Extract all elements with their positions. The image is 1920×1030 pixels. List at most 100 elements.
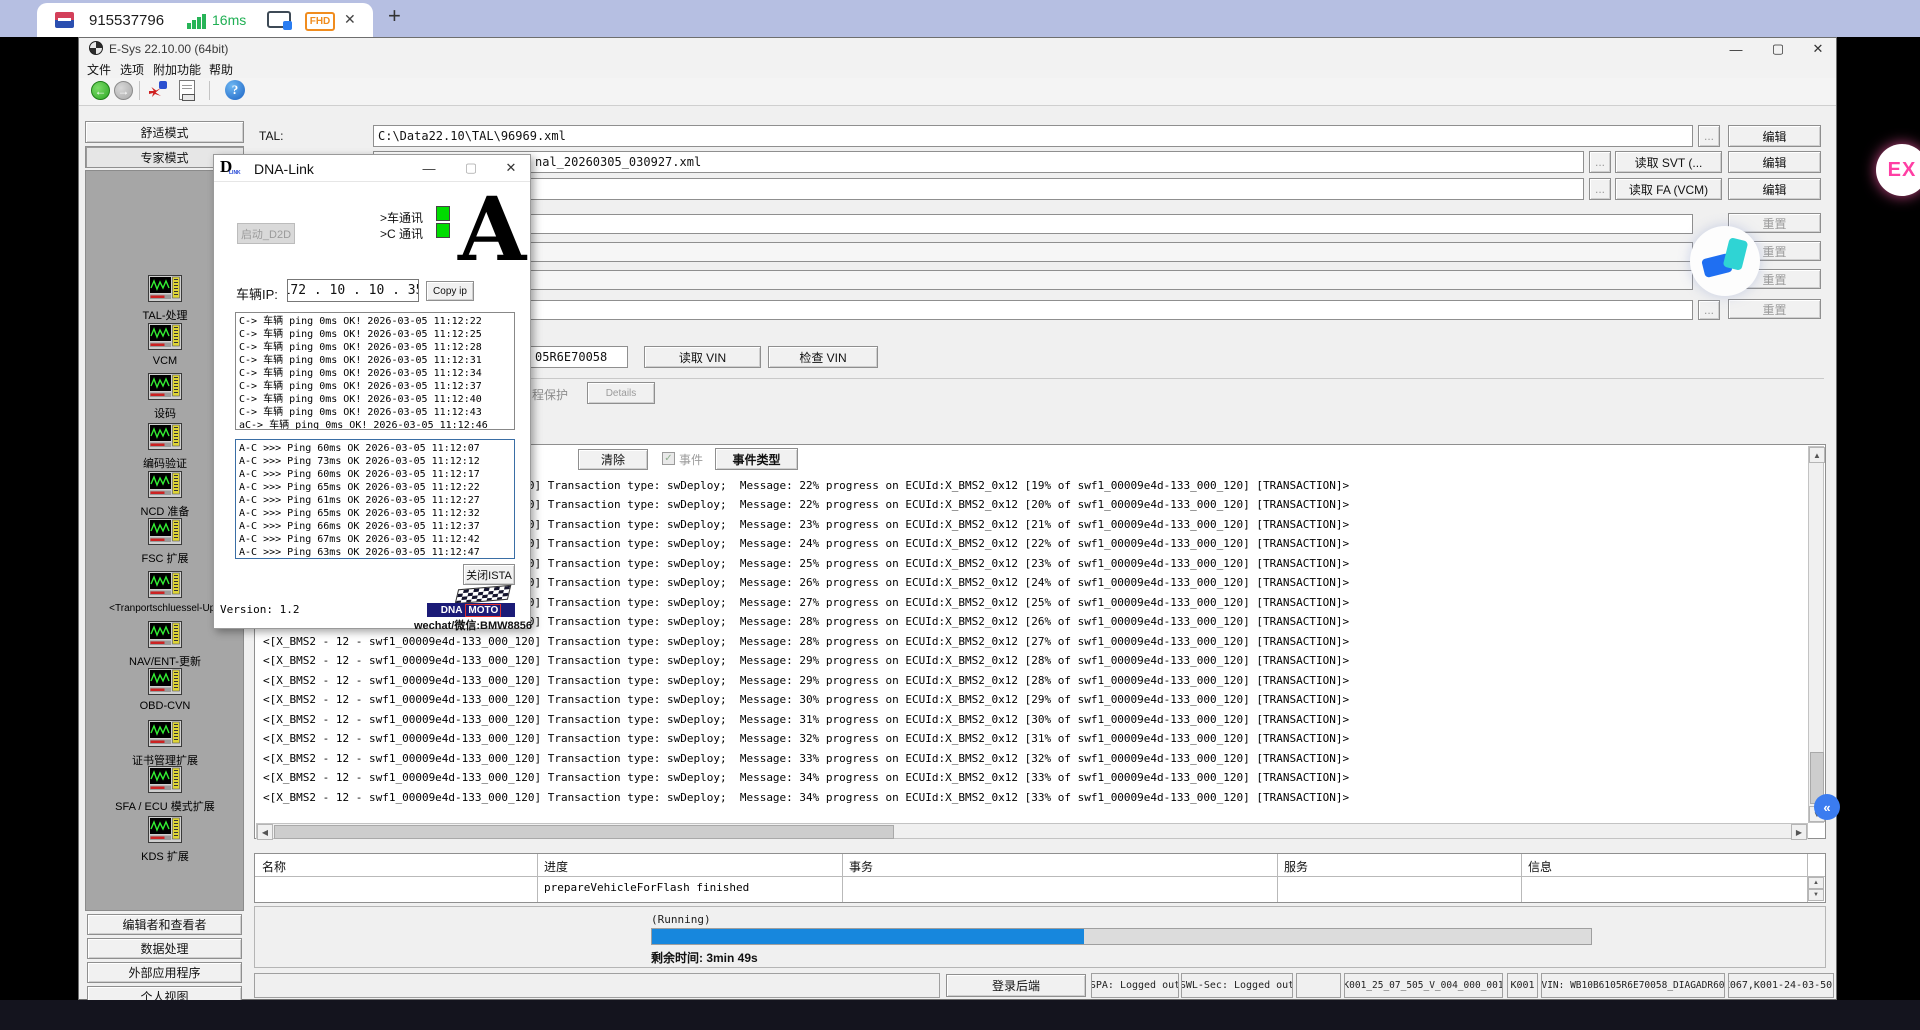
col-transaction[interactable]: 事务 <box>849 858 873 875</box>
aux-browse-button[interactable]: ... <box>1698 300 1720 320</box>
aux-field-4[interactable] <box>373 300 1693 320</box>
toolbar-separator <box>139 81 140 100</box>
esys-maximize-button[interactable]: ▢ <box>1769 40 1787 58</box>
table-scroll-down[interactable]: ▼ <box>1808 889 1824 901</box>
copy-ip-button[interactable]: Copy ip <box>426 281 474 301</box>
sidebar-editors-button[interactable]: 编辑者和查看者 <box>87 914 242 935</box>
aux-field-1[interactable] <box>373 214 1693 234</box>
tal-browse-button[interactable]: ... <box>1698 125 1720 147</box>
log-line: <[X_BMS2 - 12 - swf1_00009e4d-133_000_12… <box>263 752 1349 765</box>
aux-field-2[interactable] <box>373 242 1693 262</box>
back-icon[interactable]: ← <box>91 81 110 100</box>
login-backend-button[interactable]: 登录后端 <box>946 974 1086 997</box>
aux-field-3[interactable] <box>373 270 1693 290</box>
esys-minimize-button[interactable]: — <box>1727 40 1745 58</box>
fa-field[interactable] <box>373 178 1584 200</box>
details-button[interactable]: Details <box>587 382 655 404</box>
dna-minimize-button[interactable]: — <box>420 159 438 177</box>
scroll-up-arrow[interactable]: ▲ <box>1809 447 1825 463</box>
sidebar-item-kds[interactable]: KDS 扩展 <box>85 816 244 864</box>
todesk-edge-handle[interactable]: « <box>1814 794 1840 820</box>
check-vin-button[interactable]: 检查 VIN <box>768 346 878 368</box>
dna-wechat: wechat/微信:BMW8856 <box>414 617 532 633</box>
dna-maximize-button[interactable]: ▢ <box>462 159 480 177</box>
toolbar-separator <box>209 81 210 100</box>
forward-icon[interactable]: → <box>114 81 133 100</box>
read-vin-button[interactable]: 读取 VIN <box>644 346 761 368</box>
vehicle-ip-label: 车辆IP: <box>236 284 278 303</box>
svt-edit-button[interactable]: 编辑 <box>1728 151 1821 173</box>
remaining-time: 剩余时间: 3min 49s <box>651 949 758 966</box>
flash-progress-panel: (Running) 剩余时间: 3min 49s <box>254 906 1826 968</box>
session-id: 915537796 <box>89 12 164 29</box>
ecu-screen-icon <box>148 668 182 695</box>
tal-path-field[interactable]: C:\Data22.10\TAL\96969.xml <box>373 125 1693 147</box>
fa-edit-button[interactable]: 编辑 <box>1728 178 1821 200</box>
prog-protect-partial-label: 程保护 <box>532 386 568 403</box>
reset-button-4[interactable]: 重置 <box>1728 299 1821 319</box>
menu-addons[interactable]: 附加功能 <box>153 61 201 78</box>
sidebar-item-sfa-ecu[interactable]: SFA / ECU 模式扩展 <box>85 766 244 814</box>
log-line: <[X_BMS2 - 12 - swf1_00009e4d-133_000_12… <box>263 791 1349 804</box>
col-service[interactable]: 服务 <box>1284 858 1308 875</box>
start-d2d-button[interactable]: 启动_D2D <box>237 223 295 244</box>
read-svt-button[interactable]: 读取 SVT (... <box>1615 151 1722 173</box>
dna-close-button[interactable]: ✕ <box>502 159 520 177</box>
clear-log-button[interactable]: 清除 <box>578 449 648 470</box>
log-document-icon[interactable] <box>179 80 195 100</box>
log-vscrollbar[interactable]: ▲ ▼ <box>1808 446 1824 823</box>
scroll-right-arrow[interactable]: ▶ <box>1791 824 1807 840</box>
ecu-screen-icon <box>148 720 182 747</box>
esys-close-button[interactable]: ✕ <box>1809 40 1827 58</box>
tal-edit-button[interactable]: 编辑 <box>1728 125 1821 147</box>
connection-icon[interactable] <box>147 81 167 100</box>
ping-log-vehicle[interactable]: C-> 车辆 ping 0ms OK! 2026-03-05 11:12:22 … <box>235 312 515 430</box>
svt-path-field[interactable]: nal_20260305_030927.xml <box>373 151 1584 173</box>
menu-file[interactable]: 文件 <box>87 61 111 78</box>
ping-log-cloud[interactable]: A-C >>> Ping 60ms OK 2026-03-05 11:12:07… <box>235 439 515 559</box>
mode-comfort-button[interactable]: 舒适模式 <box>85 121 244 143</box>
sidebar-data-button[interactable]: 数据处理 <box>87 938 242 959</box>
big-letter-watermark: A <box>458 185 526 273</box>
col-progress[interactable]: 进度 <box>544 858 568 875</box>
dna-link-dialog: D LINK DNA-Link — ▢ ✕ 启动_D2D >车通讯 >C 通讯 … <box>213 154 531 629</box>
scroll-left-arrow[interactable]: ◀ <box>257 824 273 840</box>
fa-browse-button[interactable]: ... <box>1589 178 1611 200</box>
events-checkbox[interactable]: ✓ <box>662 452 675 465</box>
menu-options[interactable]: 选项 <box>120 61 144 78</box>
new-tab-button[interactable]: + <box>388 3 401 29</box>
vehicle-comm-label: >车通讯 <box>380 209 423 226</box>
signal-bars-icon <box>187 11 207 31</box>
screen: 915537796 16ms FHD ✕ + E-Sys 22.10.00 (6… <box>0 0 1920 1030</box>
sidebar-item-obd-cvn[interactable]: OBD-CVN <box>85 668 244 712</box>
hscroll-thumb[interactable] <box>274 825 894 839</box>
help-icon[interactable]: ? <box>225 80 245 100</box>
table-row-progress-value[interactable]: prepareVehicleForFlash finished <box>544 881 749 894</box>
log-line: <[X_BMS2 - 12 - swf1_00009e4d-133_000_12… <box>263 654 1349 667</box>
esys-toolbar: ← → ? <box>79 78 1836 106</box>
screen-share-icon[interactable] <box>267 11 291 28</box>
remote-session-tab[interactable]: 915537796 16ms FHD ✕ <box>37 3 373 37</box>
sidebar-external-apps-button[interactable]: 外部应用程序 <box>87 962 242 983</box>
svt-browse-button[interactable]: ... <box>1589 151 1611 173</box>
log-hscrollbar[interactable]: ◀ ▶ <box>256 823 1808 839</box>
table-scroll-up[interactable]: ▲ <box>1808 877 1824 889</box>
remote-app-logo-icon <box>55 12 74 28</box>
vehicle-ip-field[interactable]: 172 . 10 . 10 . 35 <box>287 279 419 302</box>
menu-help[interactable]: 帮助 <box>209 61 233 78</box>
sidebar-item-cert-mgmt[interactable]: 证书管理扩展 <box>85 720 244 768</box>
read-fa-button[interactable]: 读取 FA (VCM) <box>1615 178 1722 200</box>
taskbar: 搜索 D ∧ <box>0 1000 1920 1030</box>
esys-menubar: 文件 选项 附加功能 帮助 <box>79 59 1836 78</box>
tab-close-icon[interactable]: ✕ <box>344 11 356 28</box>
latency-value: 16ms <box>212 12 246 28</box>
col-info[interactable]: 信息 <box>1528 858 1552 875</box>
dna-version: Version: 1.2 <box>220 603 299 616</box>
remote-session-bar: 915537796 16ms FHD ✕ + <box>0 0 1920 37</box>
ex-floating-badge[interactable]: EX <box>1876 144 1920 196</box>
ecu-screen-icon <box>148 423 182 450</box>
close-ista-button[interactable]: 关闭ISTA <box>463 564 515 585</box>
event-types-button[interactable]: 事件类型 <box>715 448 798 470</box>
quality-badge[interactable]: FHD <box>305 12 335 31</box>
col-name[interactable]: 名称 <box>262 858 286 875</box>
